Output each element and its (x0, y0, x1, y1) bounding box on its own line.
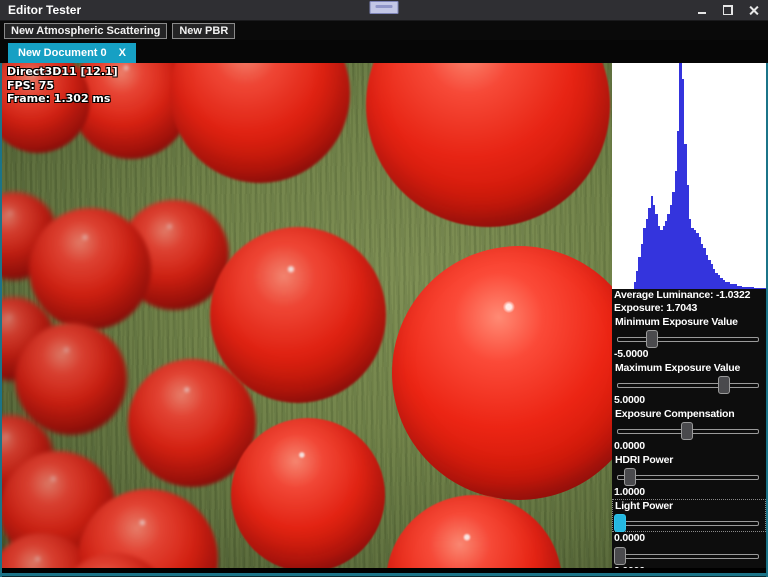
exposure-readout: Exposure: 1.7043 (612, 302, 766, 315)
window-title: Editor Tester (8, 3, 81, 17)
title-bar[interactable]: Editor Tester (0, 0, 768, 21)
tab-close-button[interactable]: X (119, 47, 126, 59)
slider-aux-5[interactable] (613, 547, 765, 563)
control-label: HDRI Power (613, 454, 765, 467)
close-button[interactable] (748, 4, 760, 16)
luminance-histogram (612, 63, 766, 289)
sphere (231, 418, 385, 568)
slider-thumb[interactable] (718, 376, 730, 394)
maximize-button[interactable] (722, 4, 734, 16)
tab-new-document-0[interactable]: New Document 0 X (8, 43, 136, 63)
sphere (29, 208, 151, 330)
tab-row: New Document 0 X (0, 40, 768, 63)
sphere (392, 246, 612, 500)
main-content: Direct3D11 [12.1] FPS: 75 Frame: 1.302 m… (0, 63, 768, 568)
panel-controls: Minimum Exposure Value -5.0000Maximum Exp… (612, 314, 766, 568)
control-value: 1.0000 (612, 486, 766, 499)
histogram-bar (764, 288, 766, 289)
minimize-icon (698, 12, 706, 14)
stats-renderer: Direct3D11 [12.1] (7, 65, 118, 79)
control-value: 5.0000 (612, 394, 766, 407)
control-light-power: Light Power 0.0000 (612, 499, 766, 544)
viewport-3d[interactable]: Direct3D11 [12.1] FPS: 75 Frame: 1.302 m… (2, 63, 612, 568)
control-label: Exposure Compensation (613, 408, 765, 421)
control-value: -5.0000 (612, 348, 766, 361)
control-value: 0.0000 (612, 440, 766, 453)
control-box: HDRI Power (612, 453, 766, 486)
focused-control-box: Light Power (612, 499, 766, 532)
average-luminance-readout: Average Luminance: -1.0322 (612, 289, 766, 302)
sphere (366, 63, 610, 227)
stats-frame-time: Frame: 1.302 ms (7, 92, 118, 106)
tab-label: New Document 0 (18, 47, 107, 59)
control-box: Maximum Exposure Value (612, 361, 766, 394)
stats-fps: FPS: 75 (7, 79, 118, 93)
control-box (612, 545, 766, 565)
control-box: Exposure Compensation (612, 407, 766, 440)
slider-track[interactable] (617, 521, 759, 526)
sphere (386, 495, 562, 568)
slider-hdri-power[interactable] (613, 468, 765, 484)
slider-track[interactable] (617, 554, 759, 559)
minimize-button[interactable] (696, 4, 708, 16)
scene[interactable] (2, 63, 612, 568)
app-window: Editor Tester New Atmospheric Scattering… (0, 0, 768, 576)
slider-thumb[interactable] (624, 468, 636, 486)
control-value: 0.0000 (612, 565, 766, 568)
control-label: Minimum Exposure Value (613, 316, 765, 329)
sphere (170, 63, 350, 183)
slider-track[interactable] (617, 337, 759, 342)
control-label: Light Power (613, 500, 765, 513)
sphere (15, 323, 127, 435)
slider-exposure-compensation[interactable] (613, 422, 765, 438)
dock-indicator[interactable] (370, 1, 399, 14)
control-maximum-exposure-value: Maximum Exposure Value 5.0000 (612, 361, 766, 406)
control-box: Minimum Exposure Value (612, 315, 766, 348)
slider-minimum-exposure-value[interactable] (613, 330, 765, 346)
control-minimum-exposure-value: Minimum Exposure Value -5.0000 (612, 315, 766, 360)
slider-thumb[interactable] (614, 514, 626, 532)
new-pbr-button[interactable]: New PBR (172, 23, 235, 39)
control-label: Maximum Exposure Value (613, 362, 765, 375)
toolbar: New Atmospheric Scattering New PBR (0, 21, 768, 40)
control-exposure-compensation: Exposure Compensation 0.0000 (612, 407, 766, 452)
control-value: 0.0000 (612, 532, 766, 545)
slider-thumb[interactable] (614, 547, 626, 565)
tonemap-panel: Average Luminance: -1.0322 Exposure: 1.7… (612, 63, 766, 568)
slider-thumb[interactable] (646, 330, 658, 348)
slider-maximum-exposure-value[interactable] (613, 376, 765, 392)
slider-track[interactable] (617, 383, 759, 388)
slider-thumb[interactable] (681, 422, 693, 440)
control-hdri-power: HDRI Power 1.0000 (612, 453, 766, 498)
panel-readouts: Average Luminance: -1.0322 Exposure: 1.7… (612, 289, 766, 314)
slider-light-power[interactable] (613, 514, 765, 530)
slider-track[interactable] (617, 475, 759, 480)
close-icon (749, 5, 759, 15)
control-aux-5: 0.0000 (612, 545, 766, 568)
maximize-icon (723, 5, 733, 15)
new-atmospheric-scattering-button[interactable]: New Atmospheric Scattering (4, 23, 167, 39)
window-controls (696, 0, 760, 20)
render-stats: Direct3D11 [12.1] FPS: 75 Frame: 1.302 m… (7, 65, 118, 106)
